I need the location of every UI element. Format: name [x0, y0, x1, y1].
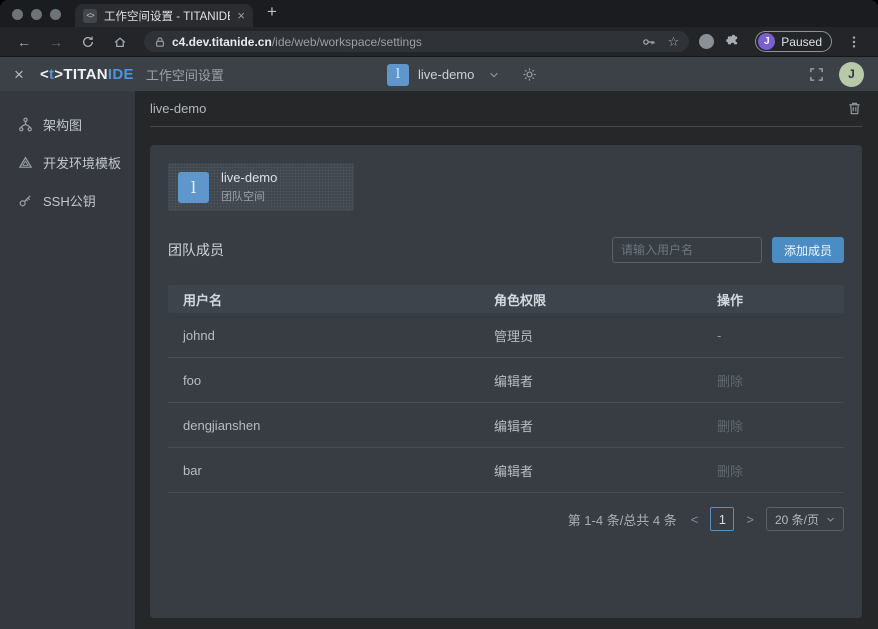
window-controls [0, 9, 75, 27]
browser-menu-icon[interactable] [840, 35, 868, 49]
lock-icon[interactable] [154, 36, 166, 48]
delete-member-link[interactable]: 删除 [702, 461, 844, 480]
delete-workspace-trash-icon[interactable] [847, 101, 862, 116]
table-row: foo 编辑者 删除 [168, 358, 844, 403]
reload-icon[interactable] [74, 35, 102, 49]
cell-username: bar [168, 463, 479, 478]
pagination-page-1[interactable]: 1 [710, 507, 734, 531]
profile-avatar: J [758, 33, 775, 50]
url-path: /ide/web/workspace/settings [272, 35, 422, 49]
workspace-selector[interactable]: l live-demo [387, 57, 537, 92]
workspace-settings-gear-icon[interactable] [522, 67, 537, 82]
sidebar-item-label: 开发环境模板 [43, 153, 121, 172]
workspace-card: l live-demo 团队空间 [168, 163, 354, 211]
sidebar-item-architecture[interactable]: 架构图 [0, 105, 135, 143]
traffic-close-button[interactable] [12, 9, 23, 20]
back-button[interactable]: ← [10, 34, 38, 50]
traffic-minimize-button[interactable] [31, 9, 42, 20]
browser-window: <> 工作空间设置 - TITANIDE × + ← → c4.dev.tita… [0, 0, 878, 629]
table-row: bar 编辑者 删除 [168, 448, 844, 493]
profile-status-label: Paused [781, 35, 822, 49]
pagination-summary: 第 1-4 条/总共 4 条 [568, 510, 677, 529]
members-section-title: 团队成员 [168, 240, 224, 260]
extensions-puzzle-icon[interactable] [718, 34, 747, 49]
cell-role: 编辑者 [479, 461, 702, 480]
tab-strip: <> 工作空间设置 - TITANIDE × + [0, 0, 878, 27]
workspace-card-name: live-demo [221, 170, 277, 185]
app-page-title: 工作空间设置 [146, 65, 224, 84]
app-close-icon[interactable]: × [14, 66, 24, 83]
header-right: J [809, 62, 864, 87]
cell-role: 编辑者 [479, 371, 702, 390]
extension-avatar-icon[interactable] [699, 34, 714, 49]
tab-title: 工作空间设置 - TITANIDE [104, 8, 230, 24]
pagination: 第 1-4 条/总共 4 条 < 1 > 20 条/页 [168, 507, 844, 531]
username-input[interactable] [612, 237, 762, 263]
add-member-button[interactable]: 添加成员 [772, 237, 844, 263]
cell-username: dengjianshen [168, 418, 479, 433]
browser-tab[interactable]: <> 工作空间设置 - TITANIDE × [75, 4, 253, 27]
cell-username: johnd [168, 328, 479, 343]
pagination-prev-icon[interactable]: < [689, 512, 701, 527]
page-size-select[interactable]: 20 条/页 [766, 507, 844, 531]
omnibox-actions: ☆ [642, 34, 680, 50]
members-table: 用户名 角色权限 操作 johnd 管理员 - foo 编辑者 删除 [168, 285, 844, 493]
cell-action: - [702, 328, 844, 343]
app-header: × <t>TITANIDE 工作空间设置 l live-demo J [0, 56, 878, 91]
cell-role: 管理员 [479, 326, 702, 345]
delete-member-link[interactable]: 删除 [702, 416, 844, 435]
column-header-action: 操作 [702, 290, 844, 309]
url-text: c4.dev.titanide.cn/ide/web/workspace/set… [172, 33, 422, 51]
user-avatar[interactable]: J [839, 62, 864, 87]
page-size-value: 20 条/页 [775, 511, 819, 528]
column-header-username: 用户名 [168, 290, 479, 309]
site-favicon-icon: <> [83, 9, 97, 23]
chevron-down-icon [826, 515, 835, 524]
page-header: live-demo [150, 91, 862, 127]
members-actions: 添加成员 [612, 237, 844, 263]
url-domain: c4.dev.titanide.cn [172, 35, 272, 49]
password-key-icon[interactable] [642, 35, 656, 49]
pagination-next-icon[interactable]: > [744, 512, 756, 527]
tab-close-icon[interactable]: × [237, 8, 245, 23]
traffic-zoom-button[interactable] [50, 9, 61, 20]
workspace-card-badge: l [178, 172, 209, 203]
sidebar-item-templates[interactable]: 开发环境模板 [0, 143, 135, 181]
app-logo: <t>TITANIDE [40, 66, 134, 83]
home-icon[interactable] [106, 35, 134, 49]
sidebar-item-ssh-keys[interactable]: SSH公钥 [0, 181, 135, 219]
delete-member-link[interactable]: 删除 [702, 371, 844, 390]
sidebar-item-label: 架构图 [43, 115, 82, 134]
workspace-name: live-demo [418, 67, 474, 82]
table-row: dengjianshen 编辑者 删除 [168, 403, 844, 448]
workspace-badge: l [387, 64, 409, 86]
main-content: live-demo l live-demo 团队空间 团队成员 [135, 91, 878, 629]
profile-pill[interactable]: J Paused [755, 31, 832, 52]
settings-panel: l live-demo 团队空间 团队成员 添加成员 [150, 145, 862, 618]
address-bar[interactable]: c4.dev.titanide.cn/ide/web/workspace/set… [144, 31, 689, 52]
template-triangle-icon [18, 155, 33, 170]
browser-toolbar: ← → c4.dev.titanide.cn/ide/web/workspace… [0, 27, 878, 56]
forward-button[interactable]: → [42, 34, 70, 50]
workspace-card-type: 团队空间 [221, 188, 277, 204]
bookmark-star-icon[interactable]: ☆ [668, 34, 680, 50]
sidebar-item-label: SSH公钥 [43, 191, 96, 210]
new-tab-button[interactable]: + [253, 2, 291, 25]
breadcrumb: live-demo [150, 101, 206, 116]
table-row: johnd 管理员 - [168, 313, 844, 358]
sidebar: 架构图 开发环境模板 SSH公钥 [0, 91, 135, 629]
table-header-row: 用户名 角色权限 操作 [168, 285, 844, 313]
column-header-role: 角色权限 [479, 290, 702, 309]
chevron-down-icon[interactable] [489, 70, 499, 80]
cell-role: 编辑者 [479, 416, 702, 435]
key-icon [18, 193, 33, 208]
fullscreen-icon[interactable] [809, 67, 824, 82]
cell-username: foo [168, 373, 479, 388]
workspace-card-text: live-demo 团队空间 [221, 170, 277, 204]
branch-icon [18, 117, 33, 132]
